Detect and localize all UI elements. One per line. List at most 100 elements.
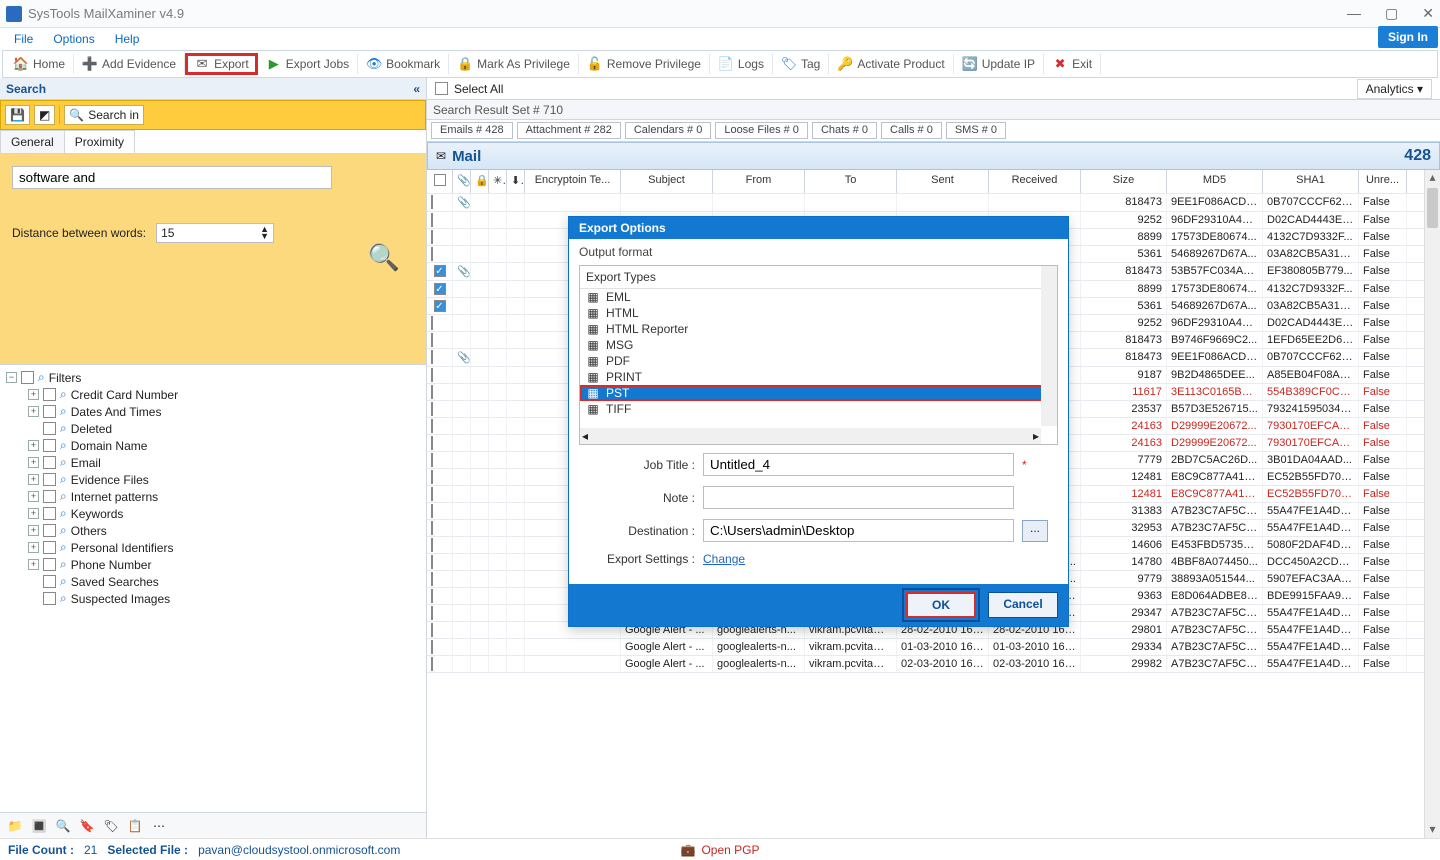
filter-label[interactable]: Personal Identifiers [71, 541, 174, 555]
filter-label[interactable]: Domain Name [71, 439, 148, 453]
row-checkbox[interactable] [431, 213, 433, 227]
row-checkbox[interactable]: ✓ [434, 265, 446, 277]
count-tab[interactable]: Calendars # 0 [625, 122, 712, 139]
run-search-icon[interactable]: 🔍 [368, 242, 400, 273]
export-type-item[interactable]: ▦PDF [580, 353, 1057, 369]
export-type-item[interactable]: ▦HTML [580, 305, 1057, 321]
row-checkbox[interactable] [431, 247, 433, 261]
filter-label[interactable]: Deleted [71, 422, 112, 436]
filter-checkbox[interactable] [43, 473, 56, 486]
select-all-checkbox[interactable] [435, 82, 448, 95]
filter-checkbox[interactable] [43, 490, 56, 503]
bookmark-small-icon[interactable]: 🔖 [78, 817, 96, 835]
export-type-item[interactable]: ▦HTML Reporter [580, 321, 1057, 337]
row-checkbox[interactable] [431, 555, 433, 569]
open-pgp-label[interactable]: Open PGP [701, 843, 759, 857]
row-checkbox[interactable] [431, 487, 433, 501]
exit-button[interactable]: ✖Exit [1044, 54, 1101, 74]
menu-options[interactable]: Options [53, 32, 94, 46]
row-checkbox[interactable]: ✓ [434, 283, 446, 295]
collapse-tree-icon[interactable]: − [6, 372, 17, 383]
mark-privilege-button[interactable]: 🔒Mark As Privilege [449, 54, 579, 74]
tag-button[interactable]: 🏷Tag [773, 54, 829, 74]
filter-label[interactable]: Credit Card Number [71, 388, 178, 402]
expand-icon[interactable]: + [28, 474, 39, 485]
cancel-button[interactable]: Cancel [988, 592, 1058, 618]
column-header[interactable]: Unre... [1359, 170, 1407, 193]
column-header[interactable]: ⬇ [507, 170, 525, 193]
row-checkbox[interactable] [431, 368, 433, 382]
expand-icon[interactable]: + [28, 491, 39, 502]
column-header[interactable]: Subject [621, 170, 713, 193]
row-checkbox[interactable] [431, 195, 433, 209]
destination-input[interactable] [703, 519, 1014, 542]
table-row[interactable]: Google Alert - ...googlealerts-n...vikra… [427, 639, 1440, 656]
count-tab[interactable]: Chats # 0 [812, 122, 877, 139]
filter-label[interactable]: Saved Searches [71, 575, 159, 589]
export-type-item[interactable]: ▦PRINT [580, 369, 1057, 385]
activate-button[interactable]: 🔑Activate Product [829, 54, 953, 74]
filter-checkbox[interactable] [43, 422, 56, 435]
row-checkbox[interactable] [431, 589, 433, 603]
export-button[interactable]: ✉Export [185, 53, 258, 75]
count-tab[interactable]: SMS # 0 [946, 122, 1006, 139]
filter-checkbox[interactable] [21, 371, 34, 384]
menu-help[interactable]: Help [115, 32, 140, 46]
job-title-input[interactable] [703, 453, 1014, 476]
row-checkbox[interactable] [431, 572, 433, 586]
expand-icon[interactable]: + [28, 542, 39, 553]
logs-button[interactable]: 📄Logs [710, 54, 773, 74]
filter-label[interactable]: Evidence Files [71, 473, 149, 487]
minimize-icon[interactable]: — [1347, 5, 1361, 22]
row-checkbox[interactable] [431, 470, 433, 484]
update-ip-button[interactable]: 🔄Update IP [954, 54, 1044, 74]
note-input[interactable] [703, 486, 1014, 509]
filter-label[interactable]: Email [71, 456, 101, 470]
export-type-item[interactable]: ▦TIFF [580, 401, 1057, 417]
search-in-button[interactable]: 🔍Search in [64, 105, 144, 125]
row-checkbox[interactable] [431, 230, 433, 244]
ok-button[interactable]: OK [906, 592, 976, 618]
column-header[interactable] [427, 170, 453, 193]
export-jobs-button[interactable]: ▶Export Jobs [258, 54, 358, 74]
row-checkbox[interactable] [431, 657, 433, 671]
row-checkbox[interactable] [431, 419, 433, 433]
hex-icon[interactable]: 🔳 [30, 817, 48, 835]
column-header[interactable]: Sent [897, 170, 989, 193]
change-settings-link[interactable]: Change [703, 552, 1014, 566]
filter-checkbox[interactable] [43, 558, 56, 571]
count-tab[interactable]: Loose Files # 0 [715, 122, 808, 139]
filter-checkbox[interactable] [43, 524, 56, 537]
filter-checkbox[interactable] [43, 507, 56, 520]
row-checkbox[interactable] [431, 521, 433, 535]
grid-scrollbar[interactable]: ▴▾ [1424, 170, 1440, 838]
column-header[interactable]: MD5 [1167, 170, 1263, 193]
export-type-item[interactable]: ▦EML [580, 289, 1057, 305]
column-header[interactable]: SHA1 [1263, 170, 1359, 193]
case-icon[interactable]: 📁 [6, 817, 24, 835]
bookmark-button[interactable]: 👁Bookmark [358, 54, 449, 74]
table-row[interactable]: 📎8184739EE1F086ACD5...0B707CCCF629...Fal… [427, 194, 1440, 212]
expand-icon[interactable]: + [28, 440, 39, 451]
home-button[interactable]: 🏠Home [5, 54, 74, 74]
filter-label[interactable]: Others [71, 524, 107, 538]
row-checkbox[interactable] [431, 402, 433, 416]
rsearch-icon[interactable]: 🔍 [54, 817, 72, 835]
expand-icon[interactable]: + [28, 559, 39, 570]
distance-spinner[interactable]: 15▲▼ [156, 223, 274, 243]
row-checkbox[interactable] [431, 333, 433, 347]
dialog-list-scrollbar[interactable] [1041, 266, 1057, 426]
expand-icon[interactable]: + [28, 525, 39, 536]
row-checkbox[interactable] [431, 538, 433, 552]
filter-checkbox[interactable] [43, 405, 56, 418]
browse-button[interactable]: ... [1022, 520, 1048, 542]
column-header[interactable]: 📎 [453, 170, 471, 193]
tab-proximity[interactable]: Proximity [64, 130, 135, 153]
add-evidence-button[interactable]: ➕Add Evidence [74, 54, 185, 74]
export-type-item[interactable]: ▦MSG [580, 337, 1057, 353]
row-checkbox[interactable] [431, 316, 433, 330]
row-checkbox[interactable] [431, 504, 433, 518]
table-row[interactable]: Google Alert - ...googlealerts-n...vikra… [427, 656, 1440, 673]
column-header[interactable]: Received [989, 170, 1081, 193]
clear-search-button[interactable]: ◩ [34, 105, 55, 125]
